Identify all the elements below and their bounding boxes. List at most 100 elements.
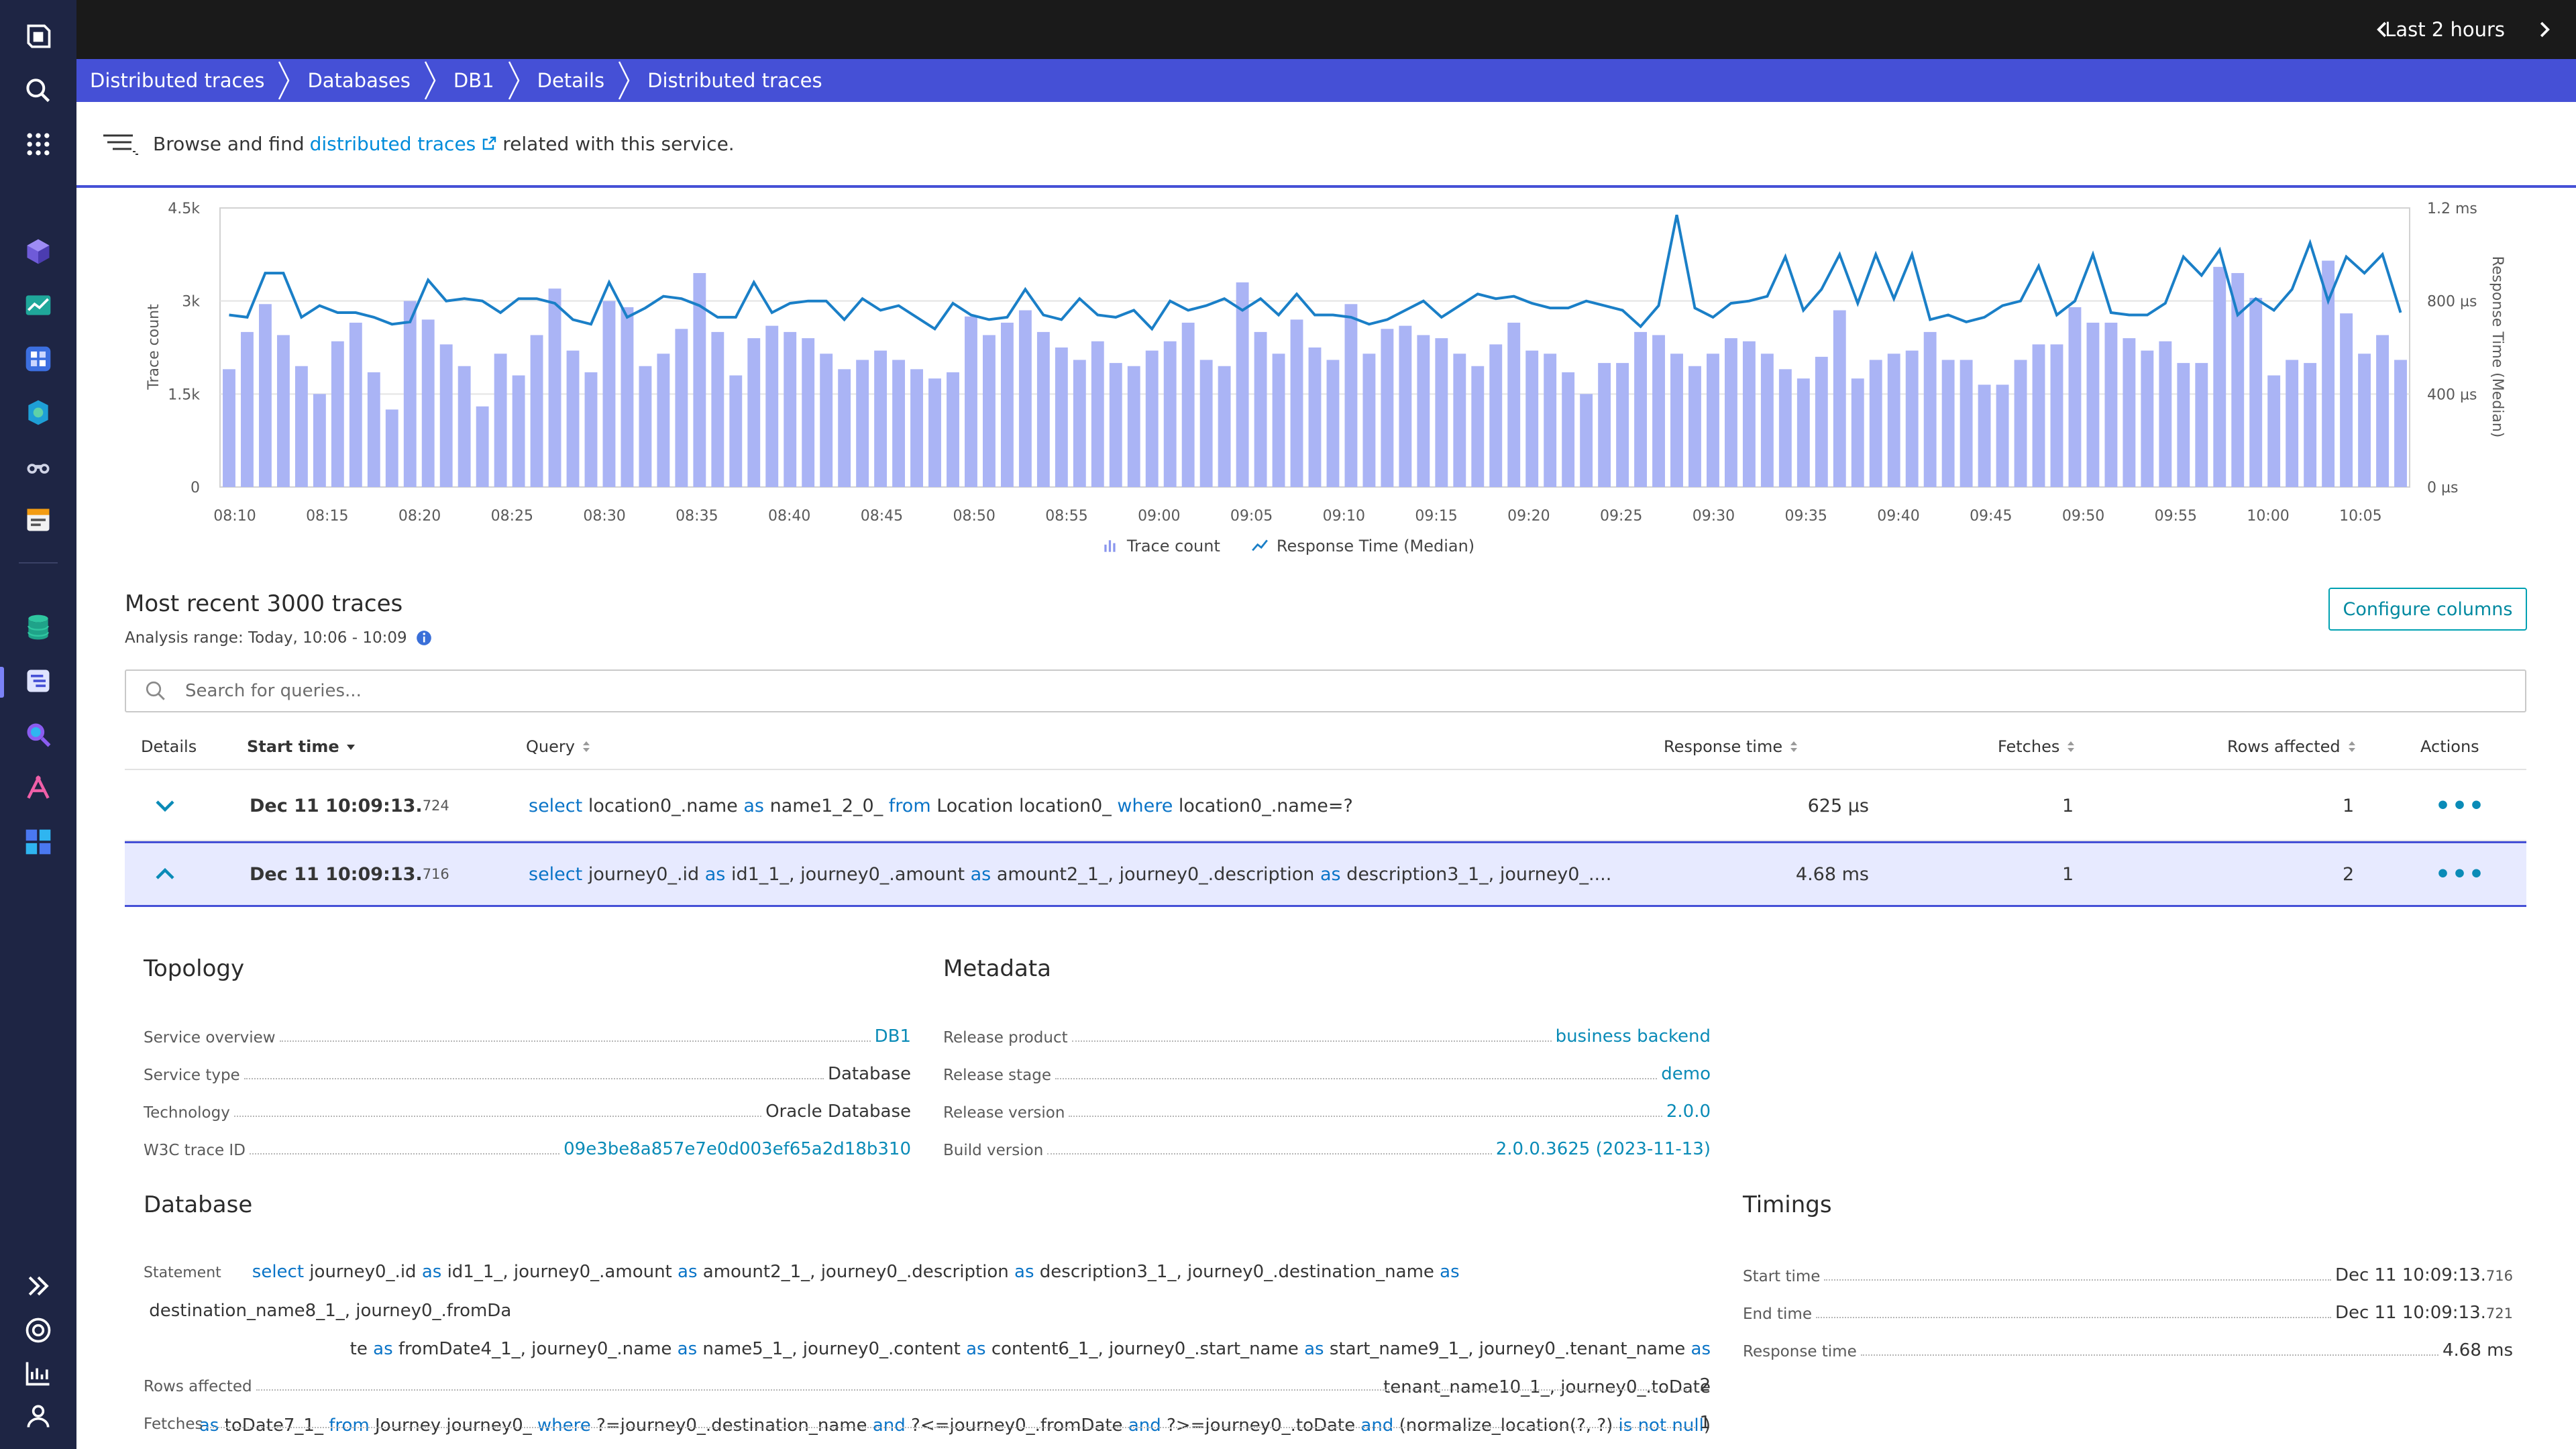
binoculars-icon[interactable] (20, 448, 56, 484)
col-query[interactable]: Query (526, 723, 591, 770)
table-row-expanded[interactable]: Dec 11 10:09:13. 716 select journey0_.id … (125, 841, 2526, 907)
trace-count-bar (403, 301, 417, 487)
x-tick-label: 09:20 (1507, 508, 1550, 525)
trace-count-bar (1688, 366, 1701, 487)
trace-count-bar (2141, 350, 2154, 487)
x-tick-label: 09:05 (1230, 508, 1273, 525)
distributed-traces-link[interactable]: distributed traces (310, 133, 498, 155)
database-app-icon[interactable] (20, 609, 56, 645)
configure-columns-button[interactable]: Configure columns (2328, 588, 2527, 631)
trace-count-bar (1489, 344, 1503, 487)
trace-count-bar (276, 335, 290, 487)
trace-count-bar (2195, 363, 2208, 487)
trace-count-bar (2358, 354, 2371, 487)
trace-count-bars (223, 260, 2407, 487)
dashboard-app-icon[interactable] (20, 341, 56, 377)
trace-count-bar (711, 331, 724, 487)
workflows-icon[interactable] (20, 770, 56, 806)
monitoring-icon[interactable] (20, 1355, 56, 1391)
breadcrumb-item[interactable]: DB1 (440, 59, 524, 102)
col-start-time[interactable]: Start time (247, 723, 356, 770)
build-version-link[interactable]: 2.0.0.3625 (2023-11-13) (1492, 1139, 1711, 1159)
breadcrumb-item[interactable]: Distributed traces (76, 59, 294, 102)
trace-count-bar (1127, 366, 1140, 487)
trace-count-bar (729, 375, 743, 487)
apps-grid-icon[interactable] (20, 126, 56, 162)
trace-count-bar (458, 366, 471, 487)
user-icon[interactable] (20, 1398, 56, 1434)
timeframe-selector[interactable]: Last 2 hours (2385, 0, 2505, 59)
col-response-time[interactable]: Response time (1664, 723, 1799, 770)
line-legend-icon (1251, 539, 1268, 551)
x-tick-label: 09:30 (1693, 508, 1735, 525)
response-time-cell: 625 µs (1807, 795, 1869, 816)
trace-count-bar (1887, 354, 1900, 487)
x-tick-label: 08:50 (953, 508, 996, 525)
x-tick-label: 08:40 (768, 508, 810, 525)
row-actions-icon[interactable]: ••• (2435, 771, 2485, 840)
breadcrumb-item-current: Distributed traces (647, 69, 822, 92)
kubernetes-icon[interactable] (20, 394, 56, 431)
y-axis-right-title: Response Time (Median) (2489, 256, 2506, 438)
trace-count-bar (1652, 335, 1665, 487)
distributed-traces-icon[interactable] (20, 663, 56, 699)
traces-chart[interactable]: 0 1.5k 3k 4.5k 0 µs 400 µs 800 µs 1.2 ms 08:10… (125, 196, 2540, 572)
release-version-link[interactable]: 2.0.0 (1662, 1102, 1711, 1122)
row-actions-icon[interactable]: ••• (2435, 843, 2485, 905)
query-cell[interactable]: select location0_.name as name1_2_0_ fro… (529, 771, 1353, 840)
timings-start-time: Start time Dec 11 10:09:13.716 (1743, 1265, 2513, 1285)
timeframe-forward-icon[interactable] (2529, 15, 2559, 44)
trace-count-bar (1960, 360, 1973, 487)
legend-trace-count[interactable]: Trace count (1102, 537, 1220, 555)
trace-count-bar (1181, 323, 1195, 487)
breadcrumb-item[interactable]: Databases (294, 59, 439, 102)
release-product-link[interactable]: business backend (1552, 1026, 1711, 1046)
metadata-release-stage: Release stage demo (943, 1064, 1711, 1084)
topology-title: Topology (144, 955, 245, 982)
x-tick-label: 09:40 (1877, 508, 1919, 525)
filter-lines-icon (103, 134, 138, 155)
infrastructure-icon[interactable] (20, 287, 56, 323)
search-icon[interactable] (20, 72, 56, 109)
metadata-title: Metadata (943, 955, 1052, 982)
trace-count-bar (584, 372, 598, 487)
x-tick-label: 08:25 (491, 508, 533, 525)
expand-row-icon[interactable] (153, 771, 177, 840)
trace-count-bar (1199, 360, 1213, 487)
release-stage-link[interactable]: demo (1657, 1064, 1711, 1084)
col-fetches[interactable]: Fetches (1998, 723, 2076, 770)
help-icon[interactable] (20, 1312, 56, 1348)
query-search-input[interactable] (185, 681, 2466, 701)
query-app-icon[interactable] (20, 716, 56, 753)
trace-count-bar (2050, 344, 2063, 487)
fetches-cell: 1 (2062, 795, 2074, 816)
trace-count-bar (1634, 331, 1647, 487)
expand-sidebar-icon[interactable] (20, 1268, 56, 1304)
col-rows-affected[interactable]: Rows affected (2227, 723, 2357, 770)
service-overview-link[interactable]: DB1 (871, 1026, 911, 1046)
cube-app-icon[interactable] (20, 233, 56, 270)
breadcrumb: Distributed traces Databases DB1 Details… (76, 59, 2576, 102)
trace-count-bar (1254, 331, 1267, 487)
x-tick-label: 09:10 (1323, 508, 1365, 525)
sidebar-active-indicator (0, 667, 4, 698)
trace-count-bar (1236, 282, 1249, 487)
rows-affected-cell: 2 (2343, 863, 2355, 885)
trace-count-bar (2123, 338, 2136, 487)
breadcrumb-item[interactable]: Details (524, 59, 635, 102)
legend-response-time[interactable]: Response Time (Median) (1251, 537, 1474, 555)
sidebar-separator (19, 562, 58, 564)
info-icon[interactable] (415, 629, 433, 647)
collapse-row-icon[interactable] (153, 843, 177, 905)
table-row[interactable]: Dec 11 10:09:13. 724 select location0_.na… (125, 771, 2526, 841)
trace-count-bar (1724, 338, 1737, 487)
trace-id-link[interactable]: 09e3be8a857e7e0d003ef65a2d18b310 (559, 1139, 911, 1159)
notebook-app-icon[interactable] (20, 502, 56, 538)
trace-count-bar (512, 375, 525, 487)
hub-app-icon[interactable] (20, 824, 56, 860)
trace-count-bar (1362, 354, 1376, 487)
trace-count-bar (1018, 310, 1032, 487)
query-cell[interactable]: select journey0_.id as id1_1_, journey0_… (529, 843, 1611, 905)
trace-count-bar (2032, 344, 2045, 487)
dynatrace-logo-icon[interactable] (20, 19, 56, 55)
